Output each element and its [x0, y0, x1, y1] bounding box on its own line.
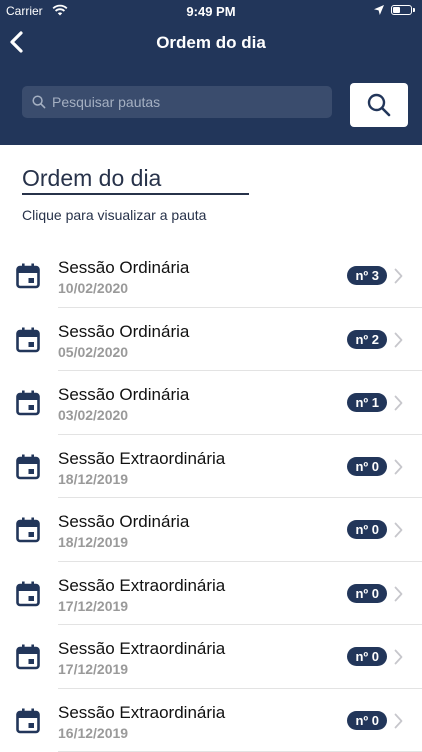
search-button[interactable]: [350, 83, 408, 127]
session-title: Sessão Ordinária: [58, 512, 189, 532]
list-item[interactable]: Sessão Ordinária 10/02/2020 nº 3: [0, 244, 422, 308]
session-date: 10/02/2020: [58, 280, 128, 296]
session-date: 17/12/2019: [58, 661, 128, 677]
search-icon: [367, 93, 391, 117]
search-icon: [32, 95, 46, 109]
calendar-icon: [16, 390, 40, 416]
session-list: Sessão Ordinária10/02/2020nº 3Sessão Ord…: [0, 244, 422, 752]
page-title: Ordem do dia: [0, 33, 422, 53]
list-item[interactable]: Sessão Ordinária 05/02/2020 nº 2: [0, 308, 422, 372]
calendar-icon: [16, 327, 40, 353]
session-title: Sessão Ordinária: [58, 322, 189, 342]
session-number-badge: nº 1: [347, 393, 387, 412]
calendar-icon: [16, 644, 40, 670]
calendar-icon: [16, 581, 40, 607]
location-arrow-icon: [373, 4, 385, 16]
session-title: Sessão Extraordinária: [58, 703, 225, 723]
list-item[interactable]: Sessão Extraordinária 17/12/2019 nº 0: [0, 625, 422, 689]
chevron-right-icon: [394, 459, 403, 475]
list-item[interactable]: Sessão Extraordinária 16/12/2019 nº 0: [0, 689, 422, 752]
list-item[interactable]: Sessão Extraordinária 17/12/2019 nº 0: [0, 562, 422, 626]
chevron-right-icon: [394, 522, 403, 538]
chevron-right-icon: [394, 268, 403, 284]
calendar-icon: [16, 263, 40, 289]
list-item[interactable]: Sessão Ordinária 03/02/2020 nº 1: [0, 371, 422, 435]
session-date: 05/02/2020: [58, 344, 128, 360]
session-date: 17/12/2019: [58, 598, 128, 614]
session-number-badge: nº 0: [347, 520, 387, 539]
status-time: 9:49 PM: [0, 4, 422, 19]
chevron-right-icon: [394, 332, 403, 348]
calendar-icon: [16, 454, 40, 480]
session-date: 16/12/2019: [58, 725, 128, 741]
session-number-badge: nº 0: [347, 457, 387, 476]
session-number-badge: nº 0: [347, 647, 387, 666]
chevron-right-icon: [394, 713, 403, 729]
session-title: Sessão Extraordinária: [58, 449, 225, 469]
session-title: Sessão Extraordinária: [58, 576, 225, 596]
session-date: 18/12/2019: [58, 534, 128, 550]
section-title-underline: [22, 193, 249, 195]
battery-icon: [391, 5, 412, 15]
session-date: 18/12/2019: [58, 471, 128, 487]
session-number-badge: nº 3: [347, 266, 387, 285]
session-date: 03/02/2020: [58, 407, 128, 423]
search-input[interactable]: [52, 86, 322, 118]
chevron-right-icon: [394, 586, 403, 602]
status-bar: Carrier 9:49 PM: [0, 0, 422, 22]
section-title: Ordem do dia: [22, 165, 161, 192]
header: Carrier 9:49 PM Ordem do dia: [0, 0, 422, 145]
calendar-icon: [16, 517, 40, 543]
session-number-badge: nº 0: [347, 711, 387, 730]
session-number-badge: nº 0: [347, 584, 387, 603]
session-title: Sessão Ordinária: [58, 258, 189, 278]
section-subtitle: Clique para visualizar a pauta: [22, 207, 206, 223]
chevron-right-icon: [394, 395, 403, 411]
list-item[interactable]: Sessão Extraordinária 18/12/2019 nº 0: [0, 435, 422, 499]
session-number-badge: nº 2: [347, 330, 387, 349]
session-title: Sessão Extraordinária: [58, 639, 225, 659]
list-item[interactable]: Sessão Ordinária 18/12/2019 nº 0: [0, 498, 422, 562]
search-field[interactable]: [22, 86, 332, 118]
chevron-right-icon: [394, 649, 403, 665]
calendar-icon: [16, 708, 40, 734]
session-title: Sessão Ordinária: [58, 385, 189, 405]
